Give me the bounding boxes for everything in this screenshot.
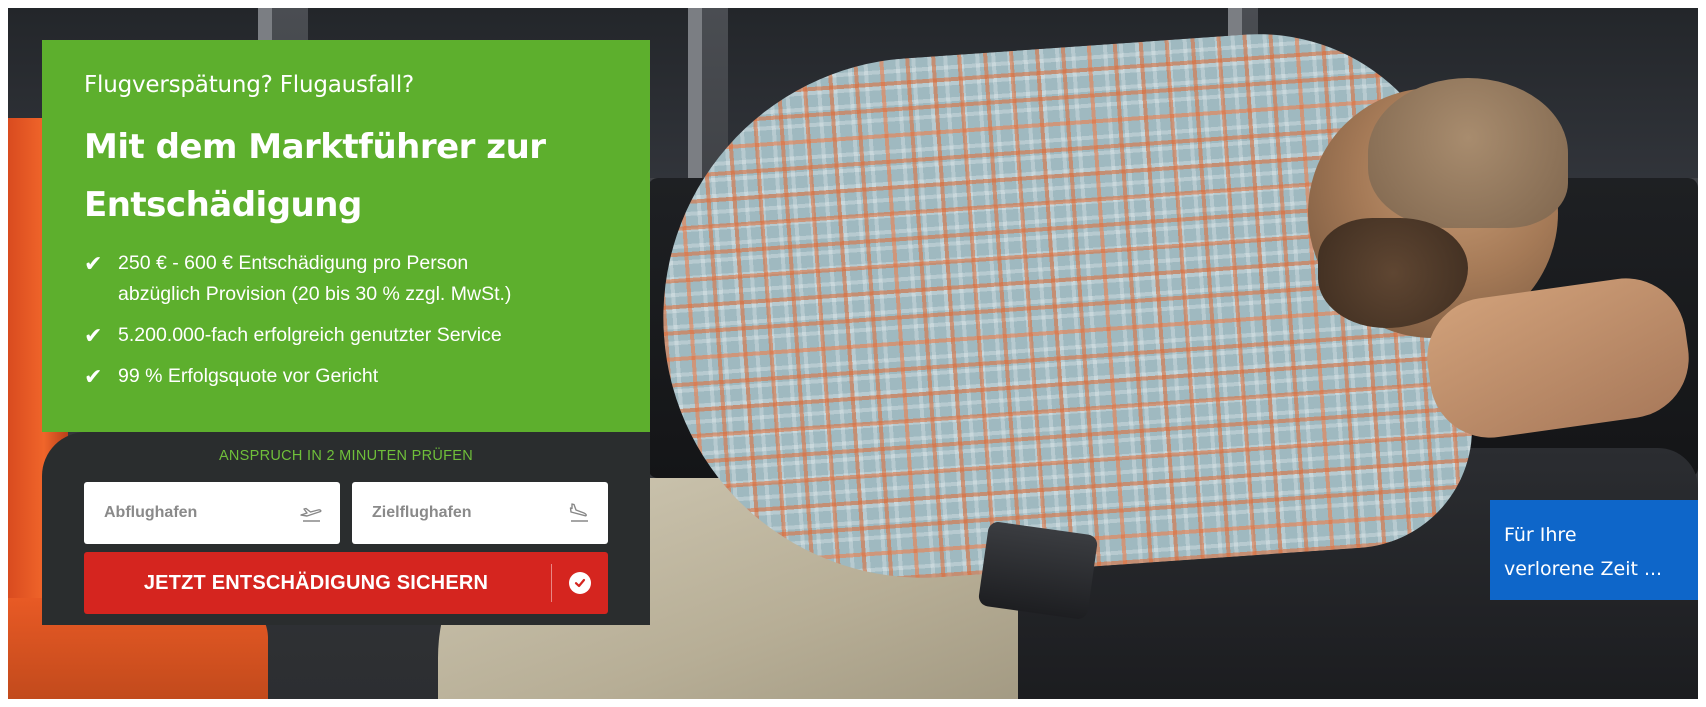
- departure-field[interactable]: [84, 482, 340, 544]
- hero-headline: Mit dem Marktführer zur Entschädigung: [84, 118, 610, 234]
- benefit-text: 250 € - 600 € Entschädigung pro Person: [118, 252, 469, 274]
- check-icon: [574, 578, 586, 588]
- benefit-text: 5.200.000-fach erfolgreich genutzter Ser…: [118, 324, 502, 346]
- checkmark-icon: ✔: [84, 251, 103, 276]
- cta-label: JETZT ENTSCHÄDIGUNG SICHERN: [143, 571, 489, 594]
- teaser-text: Für Ihre: [1504, 524, 1577, 546]
- benefit-item: ✔ 250 € - 600 € Entschädigung pro Person…: [84, 248, 610, 310]
- hero-headline-line: Mit dem Marktführer zur: [84, 127, 546, 167]
- background-hair: [1368, 78, 1568, 228]
- benefits-list: ✔ 250 € - 600 € Entschädigung pro Person…: [84, 248, 610, 392]
- benefit-text: abzüglich Provision (20 bis 30 % zzgl. M…: [118, 283, 512, 305]
- secure-compensation-button[interactable]: JETZT ENTSCHÄDIGUNG SICHERN: [84, 552, 608, 614]
- check-circle-icon: [569, 572, 591, 594]
- benefit-text: 99 % Erfolgsquote vor Gericht: [118, 365, 379, 387]
- checkmark-icon: ✔: [84, 323, 103, 348]
- background-camera: [977, 520, 1099, 621]
- arrival-field[interactable]: [352, 482, 608, 544]
- lost-time-teaser[interactable]: Für Ihre verlorene Zeit ...: [1490, 500, 1698, 600]
- offer-panel: Flugverspätung? Flugausfall? Mit dem Mar…: [42, 40, 650, 432]
- claim-form: ANSPRUCH IN 2 MINUTEN PRÜFEN JETZT ENTSC…: [42, 432, 650, 625]
- hero-kicker: Flugverspätung? Flugausfall?: [84, 72, 415, 98]
- benefit-item: ✔ 5.200.000-fach erfolgreich genutzter S…: [84, 320, 610, 351]
- airport-inputs: [84, 482, 608, 544]
- teaser-text: verlorene Zeit ...: [1504, 558, 1663, 580]
- page-frame: Flugverspätung? Flugausfall? Mit dem Mar…: [0, 0, 1706, 707]
- cta-divider: [551, 564, 552, 602]
- plane-landing-icon: [569, 503, 588, 522]
- checkmark-icon: ✔: [84, 364, 103, 389]
- benefit-item: ✔ 99 % Erfolgsquote vor Gericht: [84, 361, 610, 392]
- plane-takeoff-icon: [300, 507, 322, 522]
- form-title: ANSPRUCH IN 2 MINUTEN PRÜFEN: [218, 448, 474, 464]
- hero-headline-line: Entschädigung: [84, 185, 362, 225]
